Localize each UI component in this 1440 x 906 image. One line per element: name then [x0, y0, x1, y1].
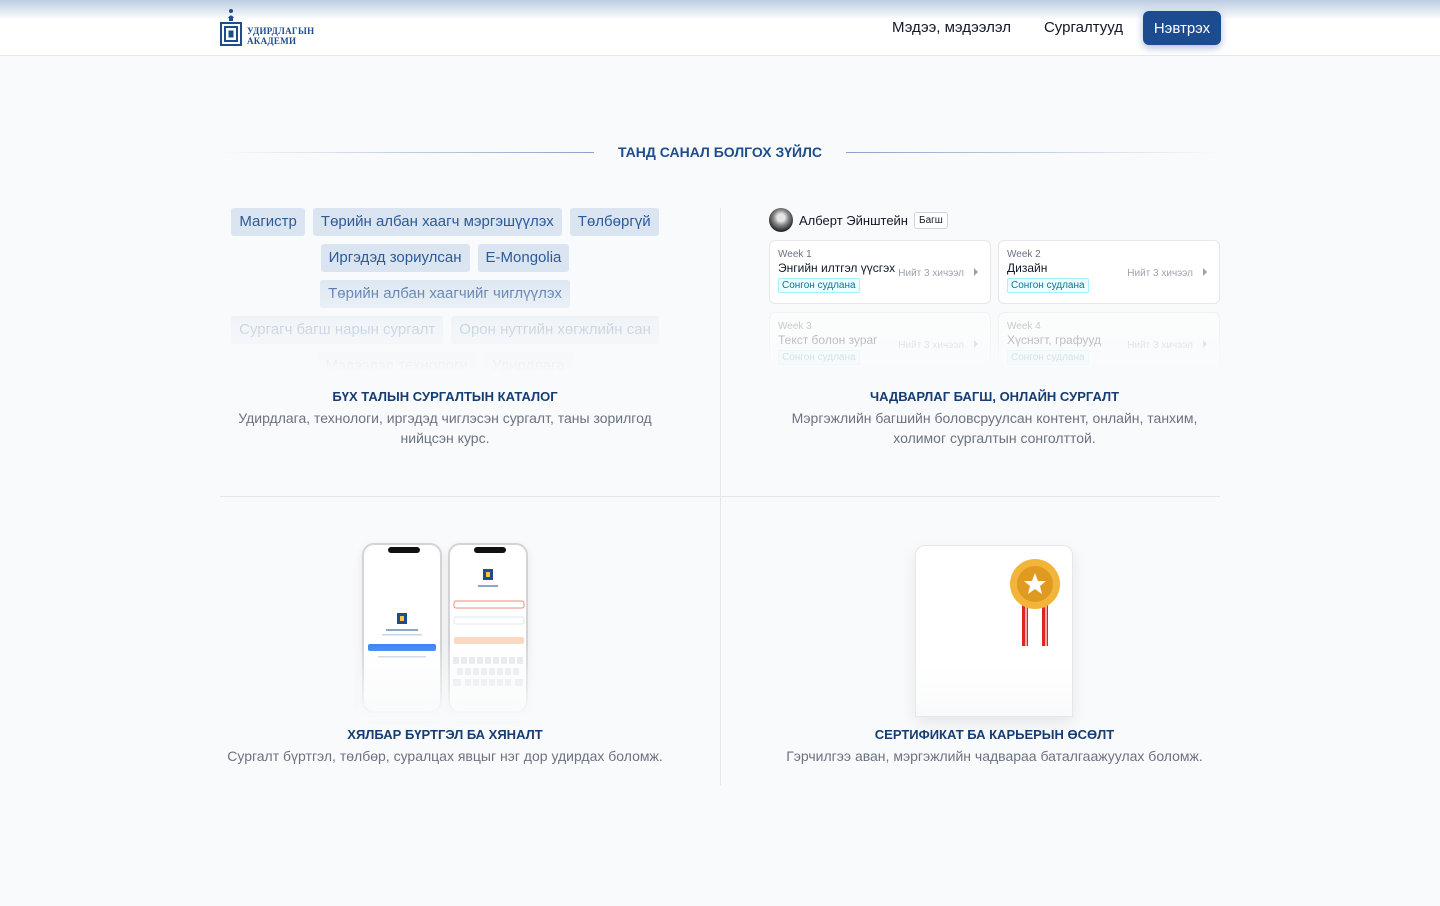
certificate-fade — [916, 666, 1072, 716]
tag-row: Иргэдэд зориулсан E-Mongolia — [220, 244, 670, 272]
elective-badge: Сонгон судлана — [778, 350, 860, 365]
login-button[interactable]: Нэвтрэх — [1143, 11, 1221, 45]
phone-notch — [388, 547, 420, 553]
elective-badge: Сонгон судлана — [778, 278, 860, 293]
top-navbar: УДИРДЛАГЫН АКАДЕМИ Мэдээ, мэдээлэл Сурга… — [0, 0, 1440, 56]
main-nav: Мэдээ, мэдээлэл Сургалтууд Нэвтрэх — [892, 11, 1221, 45]
heading-line-left — [220, 151, 594, 153]
logo-text: УДИРДЛАГЫН АКАДЕМИ — [247, 26, 314, 47]
lesson-count: Нийт 3 хичээл — [1127, 268, 1193, 279]
grid-divider-horizontal — [220, 496, 1220, 497]
catalog-tag-cloud: Магистр Төрийн албан хаагч мэргэшүүлэх Т… — [220, 208, 670, 373]
certificate-illustration — [915, 545, 1073, 717]
course-weeks-grid: Week 1 Энгийн илтгэл үүсгэх Сонгон судла… — [769, 240, 1220, 370]
tag-row: Магистр Төрийн албан хаагч мэргэшүүлэх Т… — [220, 208, 670, 236]
teacher-header: Алберт Эйнштейн Багш — [769, 208, 948, 232]
tag-row: Төрийн албан хаагчийг чиглүүлэх — [220, 280, 670, 308]
academy-emblem-icon — [220, 9, 242, 46]
week-number: Week 1 — [778, 249, 812, 260]
catalog-tag[interactable]: Сургагч багш нарын сургалт — [231, 316, 444, 344]
catalog-title: БҮХ ТАЛЫН СУРГАЛТЫН КАТАЛОГ — [332, 389, 558, 404]
elective-badge: Сонгон судлана — [1007, 278, 1089, 293]
nav-link-news[interactable]: Мэдээ, мэдээлэл — [892, 11, 1011, 45]
catalog-tag[interactable]: Магистр — [231, 208, 305, 236]
nav-link-courses[interactable]: Сургалтууд — [1044, 11, 1123, 45]
phones-fade — [358, 643, 538, 721]
phone-mockups — [358, 543, 538, 721]
week-card[interactable]: Week 1 Энгийн илтгэл үүсгэх Сонгон судла… — [769, 240, 991, 304]
teachers-title: ЧАДВАРЛАГ БАГШ, ОНЛАЙН СУРГАЛТ — [869, 389, 1120, 404]
week-number: Week 2 — [1007, 249, 1041, 260]
tag-row: Сургагч багш нарын сургалт Орон нутгийн … — [220, 316, 670, 344]
section-title: ТАНД САНАЛ БОЛГОХ ЗҮЙЛС — [617, 144, 823, 160]
catalog-tag[interactable]: Мэдээлэл технологи — [317, 352, 476, 373]
caret-right-icon — [1203, 268, 1207, 276]
logo-line-1: УДИРДЛАГЫН — [247, 26, 315, 36]
teacher-avatar — [769, 208, 793, 232]
elective-badge: Сонгон судлана — [1007, 350, 1089, 365]
navbar-glow — [0, 0, 1440, 20]
lesson-count: Нийт 3 хичээл — [1127, 340, 1193, 351]
catalog-tag[interactable]: Удирдлага — [483, 352, 573, 373]
logo-line-2: АКАДЕМИ — [247, 36, 297, 46]
teacher-name: Алберт Эйнштейн — [799, 212, 908, 228]
week-card[interactable]: Week 2 Дизайн Сонгон судлана Нийт 3 хичэ… — [998, 240, 1220, 304]
tag-row: Мэдээлэл технологи Удирдлага — [220, 352, 670, 373]
catalog-tag[interactable]: Иргэдэд зориулсан — [320, 244, 470, 272]
catalog-tag[interactable]: E-Mongolia — [477, 244, 570, 272]
certificate-title: СЕРТИФИКАТ БА КАРЬЕРЫН ӨСӨЛТ — [874, 727, 1115, 742]
catalog-tag[interactable]: Төрийн албан хаагч мэргэшүүлэх — [312, 208, 562, 236]
caret-right-icon — [974, 268, 978, 276]
academy-logo[interactable]: УДИРДЛАГЫН АКАДЕМИ — [220, 8, 314, 47]
catalog-desc: Удирдлага, технологи, иргэдэд чиглэсэн с… — [238, 410, 652, 446]
heading-line-right — [846, 151, 1221, 153]
registration-title: ХЯЛБАР БҮРТГЭЛ БА ХЯНАЛТ — [347, 727, 543, 742]
section-heading: ТАНД САНАЛ БОЛГОХ ЗҮЙЛС — [220, 140, 1221, 164]
teachers-desc: Мэргэжлийн багшийн боловсруулсан контент… — [791, 410, 1198, 446]
week-card[interactable]: Week 3 Текст болон зураг Сонгон судлана … — [769, 312, 991, 370]
catalog-tag[interactable]: Төлбөргүй — [569, 208, 659, 236]
caret-right-icon — [974, 340, 978, 348]
registration-desc: Сургалт бүртгэл, төлбөр, суралцах явцыг … — [227, 748, 663, 764]
teacher-role-badge: Багш — [914, 211, 948, 229]
week-number: Week 3 — [778, 321, 812, 332]
catalog-tag[interactable]: Төрийн албан хаагчийг чиглүүлэх — [320, 280, 570, 308]
week-card[interactable]: Week 4 Хүснэгт, графууд Сонгон судлана Н… — [998, 312, 1220, 370]
lesson-count: Нийт 3 хичээл — [898, 340, 964, 351]
phone-notch — [474, 547, 506, 553]
lesson-count: Нийт 3 хичээл — [898, 268, 964, 279]
certificate-desc: Гэрчилгээ аван, мэргэжлийн чадвараа бата… — [786, 748, 1203, 764]
catalog-tag[interactable]: Орон нутгийн хөгжлийн сан — [451, 316, 659, 344]
caret-right-icon — [1203, 340, 1207, 348]
week-number: Week 4 — [1007, 321, 1041, 332]
